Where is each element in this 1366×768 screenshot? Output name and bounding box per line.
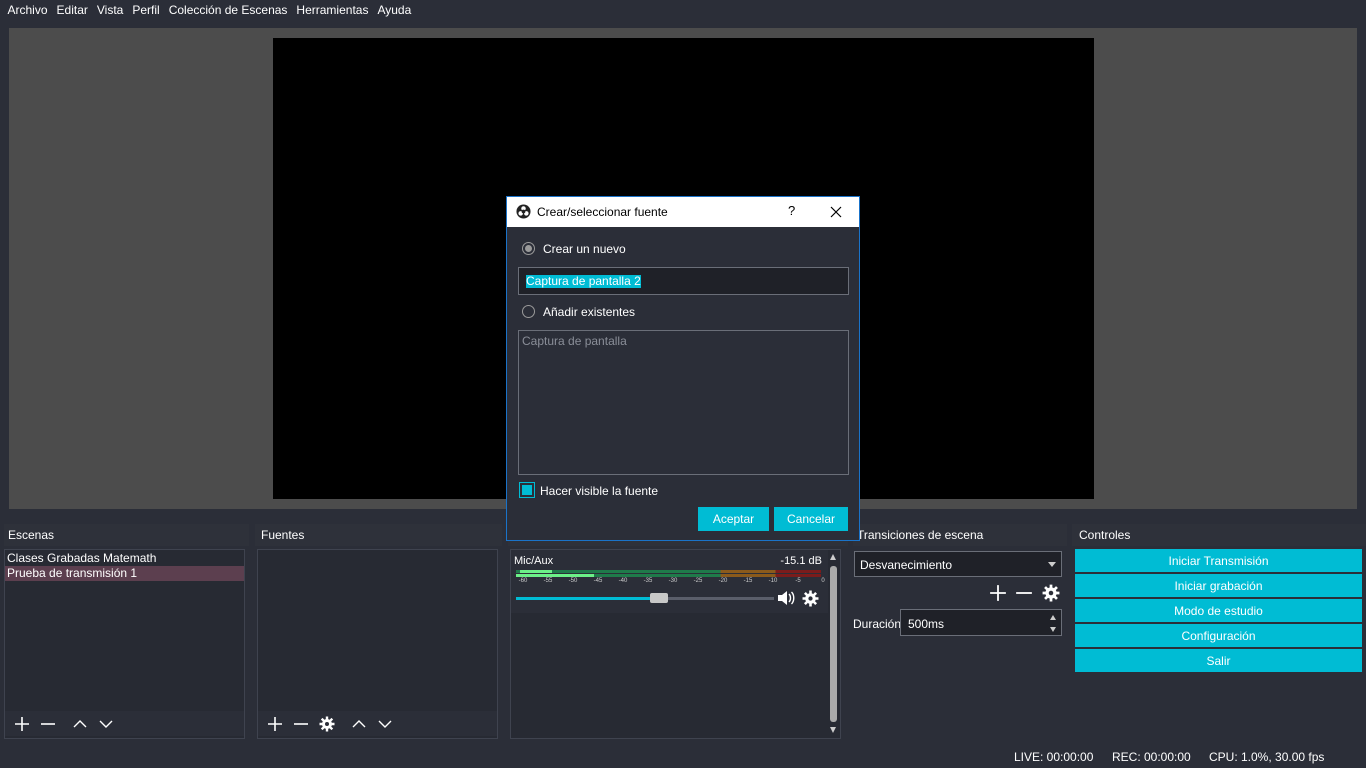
move-source-down-button[interactable]: [372, 713, 398, 735]
meter-scale-tick: -35: [643, 578, 653, 584]
rec-timer: REC: 00:00:00: [1112, 750, 1191, 764]
menu-editar[interactable]: Editar: [52, 0, 92, 21]
transitions-dock-title: Transiciones de escena: [853, 524, 1067, 546]
remove-transition-button[interactable]: [1015, 584, 1033, 602]
meter-scale-tick: -20: [718, 578, 728, 584]
meter-scale-tick: -5: [795, 578, 801, 584]
volume-slider[interactable]: [516, 593, 774, 603]
meter-scale-tick: -30: [668, 578, 678, 584]
mixer-track-name: Mic/Aux: [514, 555, 554, 567]
move-scene-up-button[interactable]: [67, 713, 93, 735]
spin-up-icon[interactable]: [1050, 615, 1056, 620]
source-name-value: Captura de pantalla 2: [526, 274, 641, 288]
chevron-down-icon: [1048, 562, 1056, 567]
create-source-dialog: Crear/seleccionar fuente ? Crear un nuev…: [506, 196, 860, 541]
close-icon[interactable]: [829, 205, 843, 219]
existing-sources-list[interactable]: Captura de pantalla: [518, 330, 849, 475]
scene-item[interactable]: Clases Grabadas Matemath: [5, 551, 244, 566]
visible-checkbox-label: Hacer visible la fuente: [540, 484, 659, 498]
transition-gear-icon[interactable]: [1042, 584, 1060, 602]
visible-checkbox[interactable]: [519, 482, 535, 498]
create-new-radio[interactable]: [522, 242, 535, 255]
remove-source-button[interactable]: [288, 713, 314, 735]
source-name-input[interactable]: Captura de pantalla 2: [518, 267, 849, 295]
sources-dock-title: Fuentes: [255, 524, 502, 546]
mixer-scrollbar-thumb[interactable]: [830, 566, 837, 722]
spin-down-icon[interactable]: [1050, 627, 1056, 632]
add-existing-radio[interactable]: [522, 305, 535, 318]
sources-toolbar: [258, 711, 497, 736]
volume-meter-scale: -60 -55 -50 -45 -40 -35 -30 -25 -20 -15 -10 -5 0: [515, 578, 825, 586]
add-transition-button[interactable]: [989, 584, 1007, 602]
accept-button[interactable]: Aceptar: [698, 507, 769, 531]
transition-select[interactable]: Desvanecimiento: [854, 551, 1062, 577]
mixer-gear-icon[interactable]: [802, 590, 819, 607]
menu-archivo[interactable]: Archivo: [3, 0, 52, 21]
mixer-track: Mic/Aux -15.1 dB -60 -55 -50 -45 -40 -35 -30 -2…: [511, 550, 828, 613]
duration-value: 500ms: [908, 617, 945, 631]
volume-slider-handle[interactable]: [650, 593, 668, 603]
add-existing-label: Añadir existentes: [543, 305, 636, 319]
cancel-button[interactable]: Cancelar: [774, 507, 848, 531]
exit-button[interactable]: Salir: [1075, 649, 1362, 672]
help-button[interactable]: ?: [788, 203, 795, 218]
source-properties-gear-icon[interactable]: [314, 713, 340, 735]
meter-scale-tick: -45: [593, 578, 603, 584]
remove-scene-button[interactable]: [35, 713, 61, 735]
start-streaming-button[interactable]: Iniciar Transmisión: [1075, 549, 1362, 572]
studio-mode-button[interactable]: Modo de estudio: [1075, 599, 1362, 622]
existing-source-item[interactable]: Captura de pantalla: [522, 334, 627, 348]
meter-scale-tick: -40: [618, 578, 628, 584]
meter-scale-tick: -15: [743, 578, 753, 584]
meter-scale-tick: -25: [693, 578, 703, 584]
dialog-title: Crear/seleccionar fuente: [537, 205, 668, 219]
add-source-button[interactable]: [262, 713, 288, 735]
duration-label: Duración: [853, 617, 902, 631]
create-new-label: Crear un nuevo: [543, 242, 626, 256]
volume-meter-top: [516, 570, 821, 573]
settings-button[interactable]: Configuración: [1075, 624, 1362, 647]
menu-ayuda[interactable]: Ayuda: [373, 0, 416, 21]
controls-dock-title: Controles: [1072, 524, 1366, 546]
dialog-titlebar: Crear/seleccionar fuente ?: [507, 197, 859, 227]
cpu-fps-status: CPU: 1.0%, 30.00 fps: [1209, 750, 1325, 764]
meter-scale-tick: -50: [568, 578, 578, 584]
scenes-dock-title: Escenas: [4, 524, 249, 546]
obs-logo-icon: [516, 204, 531, 219]
menu-perfil[interactable]: Perfil: [128, 0, 164, 21]
meter-scale-tick: 0: [821, 578, 825, 584]
meter-scale-tick: -60: [518, 578, 528, 584]
scene-item-selected[interactable]: Prueba de transmisión 1: [5, 566, 244, 581]
mixer-scrollbar[interactable]: [828, 552, 839, 737]
menu-coleccion-escenas[interactable]: Colección de Escenas: [164, 0, 292, 21]
speaker-icon[interactable]: [776, 589, 796, 607]
volume-meter-bottom: [516, 574, 821, 577]
start-recording-button[interactable]: Iniciar grabación: [1075, 574, 1362, 597]
meter-scale-tick: -10: [768, 578, 778, 584]
move-source-up-button[interactable]: [346, 713, 372, 735]
menu-herramientas[interactable]: Herramientas: [292, 0, 373, 21]
mixer-db-value: -15.1 dB: [780, 555, 822, 567]
move-scene-down-button[interactable]: [93, 713, 119, 735]
audio-mixer-panel: Mic/Aux -15.1 dB -60 -55 -50 -45 -40 -35 -30 -2…: [510, 549, 841, 739]
add-scene-button[interactable]: [9, 713, 35, 735]
menu-bar: Archivo Editar Vista Perfil Colección de…: [0, 0, 1366, 21]
scenes-toolbar: [5, 711, 244, 736]
meter-scale-tick: -55: [543, 578, 553, 584]
duration-spinbox[interactable]: 500ms: [900, 609, 1062, 636]
live-timer: LIVE: 00:00:00: [1014, 750, 1094, 764]
menu-vista[interactable]: Vista: [92, 0, 127, 21]
transition-select-value: Desvanecimiento: [860, 558, 953, 572]
